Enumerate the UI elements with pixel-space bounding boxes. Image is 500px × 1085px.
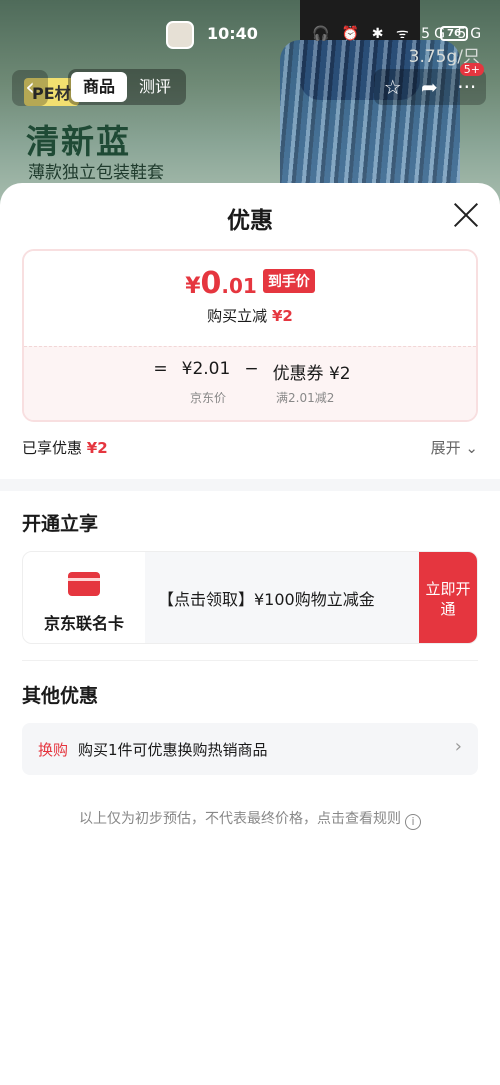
formula-minus: −: [244, 359, 259, 379]
discount-sheet: 优惠 ¥0.01 到手价 购买立减 ¥2 = ¥2.01 − 优惠券 ¥2 京东…: [0, 183, 500, 1085]
nav-tabs: 商品 测评: [68, 69, 187, 105]
enjoyed-value: ¥2: [86, 439, 108, 457]
tab-review[interactable]: 测评: [127, 72, 183, 102]
final-price-tag: 到手价: [262, 269, 315, 293]
sheet-title: 优惠: [227, 208, 273, 234]
tab-product[interactable]: 商品: [71, 72, 128, 102]
back-icon[interactable]: ‹: [12, 70, 48, 106]
more-icon[interactable]: ···: [457, 75, 476, 99]
open-now-button[interactable]: 立即开通: [419, 552, 477, 643]
message-badge: 5+: [459, 63, 484, 76]
final-price-currency: ¥: [185, 274, 201, 299]
jd-cobrand-card-offer[interactable]: 京东联名卡 【点击领取】¥100购物立减金 立即开通: [22, 551, 478, 644]
banner-subtitle: 薄款独立包装鞋套: [28, 163, 164, 183]
top-nav: ‹ 商品 测评 ☆ ➦ ··· 5+: [0, 63, 500, 108]
expand-button[interactable]: 展开 ⌄: [431, 437, 478, 458]
other-section-title: 其他优惠: [22, 685, 99, 707]
star-icon[interactable]: ☆: [384, 75, 402, 99]
app-notification-icon: [166, 21, 194, 49]
share-icon[interactable]: ➦: [421, 75, 438, 99]
swap-label: 换购: [38, 741, 69, 759]
price-breakdown-card: ¥0.01 到手价 购买立减 ¥2 = ¥2.01 − 优惠券 ¥2 京东价 满…: [22, 249, 478, 422]
card-name: 京东联名卡: [43, 614, 124, 633]
price-formula-area: = ¥2.01 − 优惠券 ¥2 京东价 满2.01减2: [24, 346, 476, 420]
card-brand-area: 京东联名卡: [23, 552, 145, 643]
chevron-right-icon: ›: [454, 736, 462, 757]
nav-actions: ☆ ➦ ··· 5+: [374, 63, 486, 105]
final-price: ¥0.01 到手价: [24, 251, 476, 299]
battery-icon: 76: [440, 26, 468, 41]
label-jd-price: 京东价: [190, 391, 227, 405]
price-formula: = ¥2.01 − 优惠券 ¥2: [24, 359, 476, 384]
label-coupon-rule: 满2.01减2: [276, 391, 335, 405]
final-price-decimal: .01: [221, 274, 257, 298]
enjoyed-discount: 已享优惠 ¥2: [22, 437, 108, 458]
final-price-area: ¥0.01 到手价 购买立减 ¥2: [24, 251, 476, 346]
thin-divider: [22, 660, 478, 661]
formula-equals: =: [153, 359, 168, 379]
final-price-integer: 0: [200, 266, 222, 301]
card-offer-text: 【点击领取】¥100购物立减金: [158, 590, 375, 609]
swap-offer-row[interactable]: 换购 购买1件可优惠换购热销商品 ›: [22, 723, 478, 775]
footer-note[interactable]: 以上仅为初步预估，不代表最终价格，点击查看规则 i: [0, 808, 500, 830]
instant-reduction: 购买立减 ¥2: [24, 305, 476, 326]
formula-coupon: 优惠券 ¥2: [272, 364, 351, 384]
info-icon[interactable]: i: [405, 814, 421, 830]
status-bar: 10:40 🎧 ⏰ ✱ ᯤ 5G 5G 76: [0, 0, 500, 64]
open-section-title: 开通立享: [22, 513, 99, 535]
enjoyed-label: 已享优惠: [22, 439, 83, 457]
section-divider: [0, 479, 500, 491]
status-time: 10:40: [207, 24, 258, 43]
reduce-label: 购买立减: [207, 307, 268, 325]
banner-title: 清新蓝: [26, 122, 131, 161]
swap-text: 购买1件可优惠换购热销商品: [78, 741, 268, 759]
close-icon[interactable]: [452, 201, 480, 229]
footer-text: 以上仅为初步预估，不代表最终价格，点击查看规则: [79, 811, 401, 827]
credit-card-icon: [68, 572, 100, 596]
reduce-value: ¥2: [271, 307, 293, 325]
formula-price: ¥2.01: [181, 359, 231, 379]
